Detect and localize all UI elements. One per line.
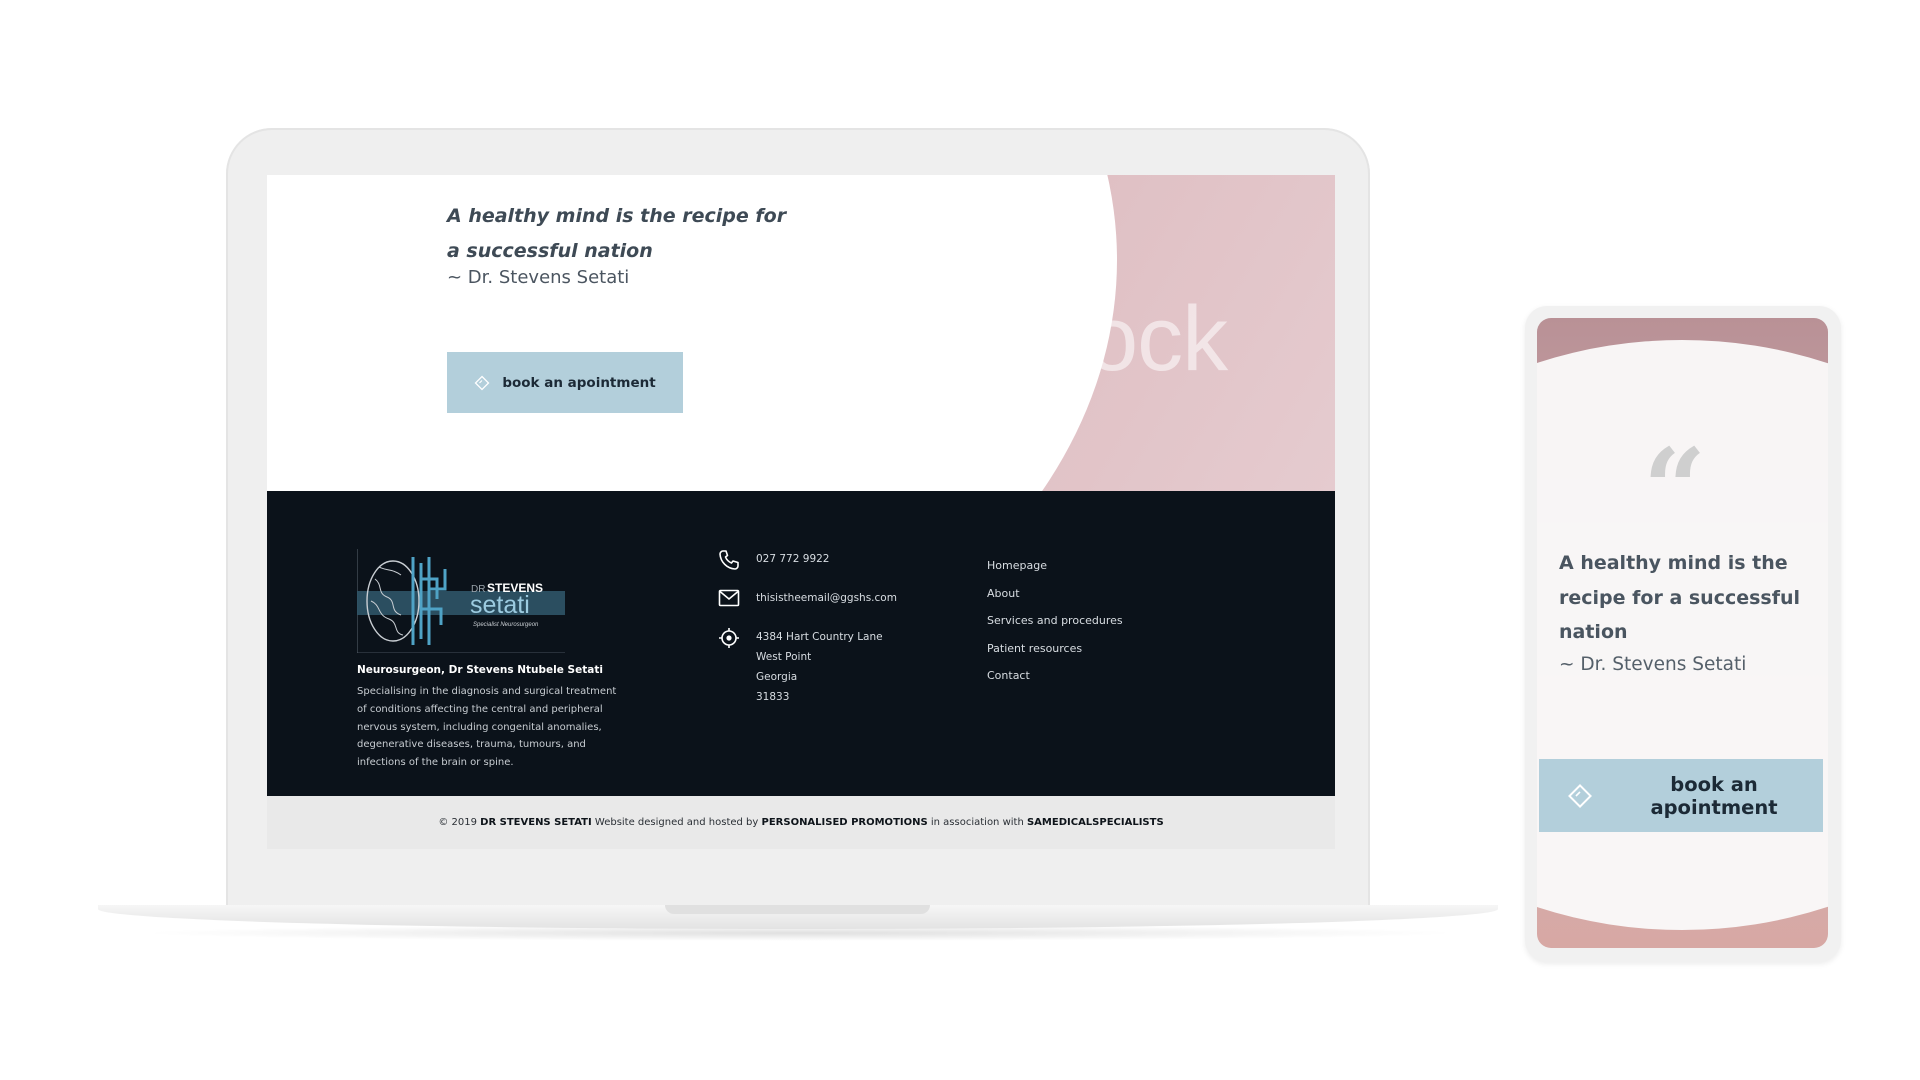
phone-icon (719, 550, 739, 570)
quote-icon: ❞ (447, 175, 471, 198)
footer-nav: Homepage About Services and procedures P… (987, 559, 1123, 697)
footer-link-patient-resources[interactable]: Patient resources (987, 642, 1123, 655)
copyright-designer[interactable]: PERSONALISED PROMOTIONS (762, 817, 928, 828)
location-icon (719, 628, 739, 648)
contact-address: 4384 Hart Country Lane West Point Georgi… (718, 627, 883, 707)
book-appointment-button[interactable]: book an apointment (447, 352, 683, 413)
contact-phone[interactable]: 027 772 9922 (718, 549, 829, 571)
address-city: West Point (756, 651, 812, 663)
address-state: Georgia (756, 671, 798, 683)
footer-link-services[interactable]: Services and procedures (987, 614, 1123, 627)
email-address: thisistheemail@ggshs.com (756, 592, 897, 604)
copyright-partner[interactable]: SAMEDICALSPECIALISTS (1027, 817, 1164, 828)
hero-quote: A healthy mind is the recipe for a succe… (447, 205, 787, 262)
address-lines: 4384 Hart Country Lane West Point Georgi… (756, 627, 883, 707)
laptop-base-notch (665, 905, 930, 914)
logo-surname: setati (470, 591, 530, 619)
copyright-bar: © 2019 DR STEVENS SETATI Website designe… (267, 796, 1335, 849)
mail-icon (718, 589, 740, 607)
address-zip: 31833 (756, 691, 790, 703)
phone-book-appointment-button[interactable]: book an apointment (1539, 759, 1823, 832)
about-description: Specialising in the diagnosis and surgic… (357, 686, 617, 769)
copyright-owner[interactable]: DR STEVENS SETATI (480, 817, 592, 828)
logo-tagline: Specialist Neurosurgeon (473, 622, 539, 628)
phone-quote-icon: “ (1643, 424, 1707, 553)
ticket-icon (474, 375, 490, 390)
copyright-designed-by: Website designed and hosted by (594, 817, 759, 828)
contact-email[interactable]: thisistheemail@ggshs.com (718, 588, 897, 608)
phone-ticket-icon (1568, 783, 1592, 808)
copyright-year: © 2019 (438, 817, 477, 828)
footer-link-about[interactable]: About (987, 587, 1123, 600)
phone-book-appointment-label: book an apointment (1650, 772, 1778, 819)
copyright-assoc: in association with (930, 817, 1024, 828)
laptop-screen: obe Stock ❞ A healthy mind is the recipe… (267, 175, 1335, 849)
phone-number: 027 772 9922 (756, 553, 830, 565)
phone-screen: “ A healthy mind is the recipe for a suc… (1537, 318, 1828, 948)
hero-quote-author: ~ Dr. Stevens Setati (447, 267, 630, 288)
stock-watermark: obe Stock (827, 288, 1228, 390)
address-street: 4384 Hart Country Lane (756, 631, 883, 643)
footer-link-contact[interactable]: Contact (987, 669, 1123, 682)
about-title: Neurosurgeon, Dr Stevens Ntubele Setati (357, 664, 603, 676)
site-footer: DR STEVENS setati Specialist Neurosurgeo… (267, 491, 1335, 796)
dr-stevens-setati-logo[interactable]: DR STEVENS setati Specialist Neurosurgeo… (357, 549, 565, 653)
hero-section: obe Stock ❞ A healthy mind is the recipe… (267, 175, 1335, 491)
phone-hero-quote: A healthy mind is the recipe for a succe… (1559, 552, 1801, 643)
footer-link-homepage[interactable]: Homepage (987, 559, 1123, 572)
book-appointment-label: book an apointment (502, 374, 656, 391)
phone-quote-author: ~ Dr. Stevens Setati (1559, 654, 1747, 675)
